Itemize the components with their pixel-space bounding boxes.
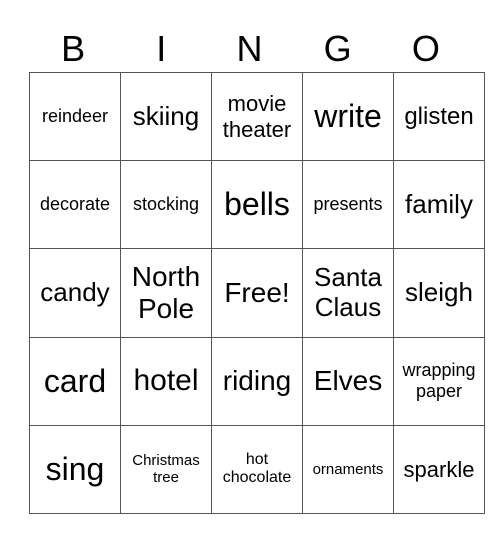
bingo-header: B I N G O	[29, 26, 470, 72]
grid-row: card hotel riding Elves wrapping paper	[29, 336, 485, 426]
bingo-cell[interactable]: movie theater	[211, 71, 303, 162]
bingo-cell[interactable]: wrapping paper	[393, 336, 485, 426]
bingo-cell[interactable]: sleigh	[393, 248, 485, 338]
bingo-cell[interactable]: reindeer	[29, 71, 121, 162]
bingo-cell[interactable]: hot chocolate	[211, 424, 303, 515]
bingo-cell[interactable]: Christmas tree	[120, 424, 212, 515]
bingo-cell[interactable]: decorate	[29, 160, 121, 250]
header-letter-o: O	[411, 28, 440, 69]
free-space-cell[interactable]: Free!	[211, 248, 303, 338]
grid-row: decorate stocking bells presents family	[29, 160, 485, 250]
grid-row: candy North Pole Free! Santa Claus sleig…	[29, 248, 485, 338]
header-letter-g: G	[323, 28, 352, 69]
bingo-cell[interactable]: sparkle	[393, 424, 485, 515]
grid-row: reindeer skiing movie theater write glis…	[29, 71, 485, 162]
header-letter-n: N	[236, 28, 263, 69]
bingo-cell[interactable]: card	[29, 336, 121, 426]
bingo-cell[interactable]: Elves	[302, 336, 394, 426]
bingo-cell[interactable]: riding	[211, 336, 303, 426]
grid-row: sing Christmas tree hot chocolate orname…	[29, 424, 485, 515]
bingo-cell[interactable]: glisten	[393, 71, 485, 162]
bingo-cell[interactable]: Santa Claus	[302, 248, 394, 338]
bingo-cell[interactable]: presents	[302, 160, 394, 250]
bingo-cell[interactable]: hotel	[120, 336, 212, 426]
bingo-cell[interactable]: skiing	[120, 71, 212, 162]
header-letter-i: I	[156, 28, 167, 69]
bingo-cell[interactable]: write	[302, 71, 394, 162]
bingo-cell[interactable]: sing	[29, 424, 121, 515]
bingo-grid: reindeer skiing movie theater write glis…	[29, 71, 485, 515]
header-letter-b: B	[61, 28, 86, 69]
bingo-cell[interactable]: ornaments	[302, 424, 394, 515]
bingo-cell[interactable]: stocking	[120, 160, 212, 250]
bingo-cell[interactable]: bells	[211, 160, 303, 250]
bingo-cell[interactable]: North Pole	[120, 248, 212, 338]
bingo-cell[interactable]: family	[393, 160, 485, 250]
bingo-cell[interactable]: candy	[29, 248, 121, 338]
